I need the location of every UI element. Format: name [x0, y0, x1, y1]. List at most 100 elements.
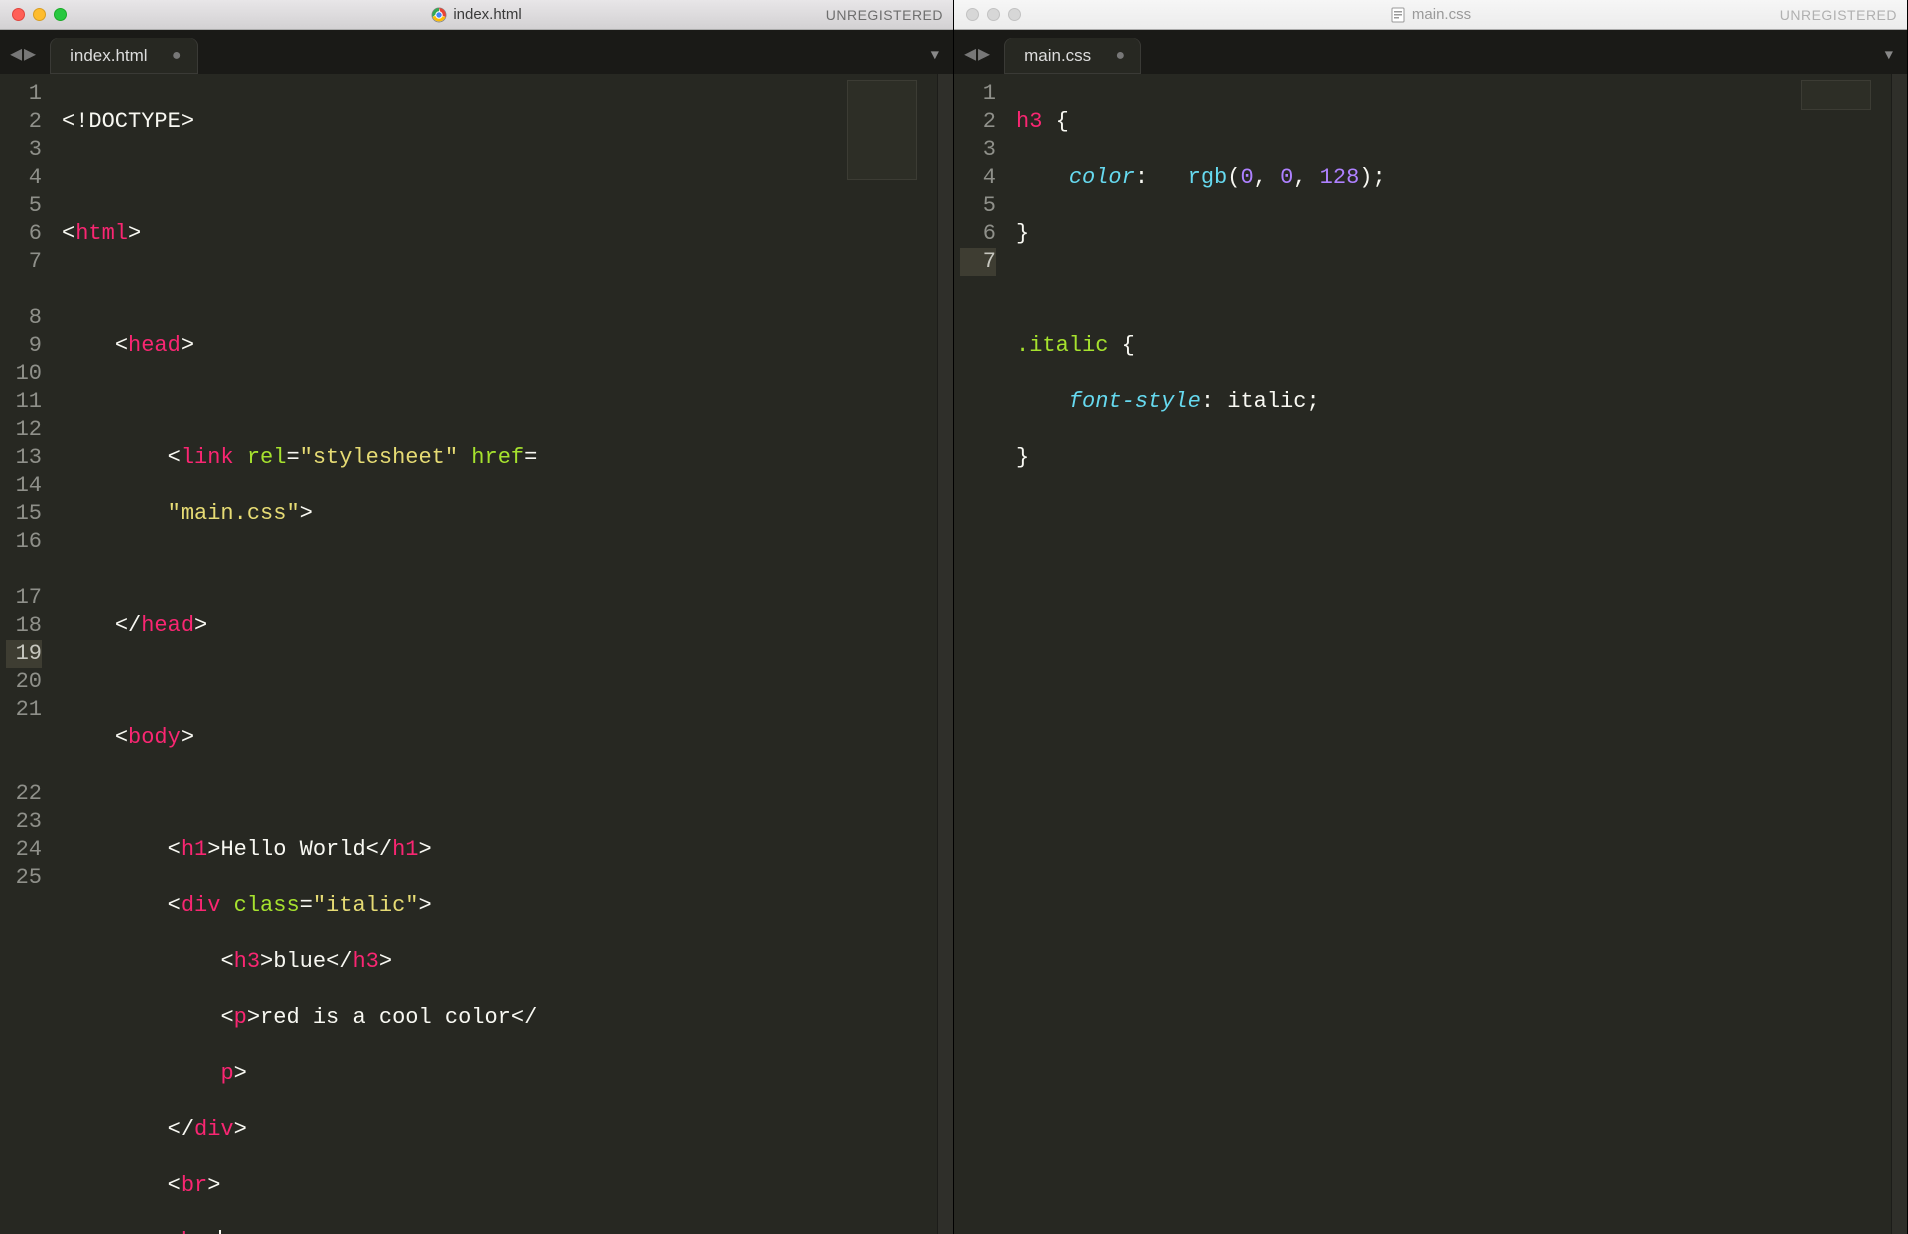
code-token: < [168, 445, 181, 470]
code-content[interactable]: h3 { color: rgb(0, 0, 128); } .italic { … [1008, 74, 1891, 1234]
code-token: color [1069, 165, 1135, 190]
nav-back-icon[interactable]: ◀ [964, 46, 976, 66]
line-number: 6 [6, 220, 42, 248]
tab-label: index.html [70, 46, 147, 65]
code-token: div [194, 1117, 234, 1142]
code-token: font-style [1069, 389, 1201, 414]
line-number: 3 [960, 136, 996, 164]
code-token: html [75, 221, 128, 246]
code-token: link [181, 445, 234, 470]
code-token: : [1135, 165, 1148, 190]
editor-area[interactable]: 1 2 3 4 5 6 7 8 9 10 11 12 13 14 15 16 1… [0, 74, 953, 1234]
code-token: h3 [352, 949, 378, 974]
code-token: > [418, 837, 431, 862]
code-token: < [115, 333, 128, 358]
titlebar[interactable]: main.css UNREGISTERED [954, 0, 1907, 30]
code-token: < [220, 949, 233, 974]
code-content[interactable]: <!DOCTYPE> <html> <head> <link rel="styl… [54, 74, 937, 1234]
code-token: h1 [181, 837, 207, 862]
line-number: 2 [6, 108, 42, 136]
line-number: 3 [6, 136, 42, 164]
window-title-text: main.css [1412, 6, 1471, 23]
minimize-window-button[interactable] [987, 8, 1000, 21]
code-token: </ [511, 1005, 537, 1030]
code-token: , [1254, 165, 1280, 190]
minimap[interactable] [1801, 80, 1871, 110]
line-number [6, 752, 42, 780]
tab-dirty-close-icon[interactable]: ● [1116, 47, 1126, 65]
code-token: = [300, 893, 313, 918]
nav-back-icon[interactable]: ◀ [10, 46, 22, 66]
tab-label: main.css [1024, 46, 1091, 65]
code-token [1042, 109, 1055, 134]
code-token: italic [1227, 389, 1306, 414]
code-token: ( [1227, 165, 1240, 190]
code-token: Hello World [220, 837, 365, 862]
line-number: 10 [6, 360, 42, 388]
code-token: > [207, 1173, 220, 1198]
code-token: > [260, 949, 273, 974]
close-window-button[interactable] [966, 8, 979, 21]
code-token: } [1016, 445, 1029, 470]
code-token: h3 [234, 949, 260, 974]
code-token: } [1016, 221, 1029, 246]
scrollbar[interactable] [937, 74, 953, 1234]
code-token: < [220, 1005, 233, 1030]
code-token: < [168, 837, 181, 862]
code-token: p [220, 1061, 233, 1086]
code-token: > [207, 837, 220, 862]
line-number [6, 724, 42, 752]
code-token [234, 445, 247, 470]
minimize-window-button[interactable] [33, 8, 46, 21]
code-token: > [234, 1061, 247, 1086]
code-token: < [115, 725, 128, 750]
code-token [1148, 165, 1188, 190]
line-number: 4 [960, 164, 996, 192]
registration-status: UNREGISTERED [1780, 7, 1907, 23]
code-token: > [379, 949, 392, 974]
code-token: div [181, 893, 221, 918]
code-token: href [471, 445, 524, 470]
nav-forward-icon[interactable]: ▶ [24, 46, 36, 66]
code-token: 128 [1320, 165, 1360, 190]
close-window-button[interactable] [12, 8, 25, 21]
code-token: < [168, 893, 181, 918]
nav-arrows: ◀ ▶ [964, 46, 1004, 74]
titlebar[interactable]: index.html UNREGISTERED [0, 0, 953, 30]
code-token: </ [326, 949, 352, 974]
line-number: 2 [960, 108, 996, 136]
minimap[interactable] [847, 80, 917, 180]
line-number: 23 [6, 808, 42, 836]
line-number: 15 [6, 500, 42, 528]
code-token: </ [366, 837, 392, 862]
tab-main-css[interactable]: main.css ● [1004, 38, 1141, 74]
code-token: < [168, 1229, 181, 1234]
nav-forward-icon[interactable]: ▶ [978, 46, 990, 66]
editor-window-left: index.html UNREGISTERED ◀ ▶ index.html ●… [0, 0, 954, 1234]
code-token: > [418, 893, 431, 918]
code-token: = [524, 445, 537, 470]
line-number: 12 [6, 416, 42, 444]
zoom-window-button[interactable] [54, 8, 67, 21]
code-token: > [234, 1117, 247, 1142]
tab-dirty-close-icon[interactable]: ● [172, 47, 182, 65]
scrollbar[interactable] [1891, 74, 1907, 1234]
tab-overflow-icon[interactable]: ▼ [931, 48, 943, 74]
code-token: ; [1306, 389, 1319, 414]
line-number: 16 [6, 528, 42, 556]
zoom-window-button[interactable] [1008, 8, 1021, 21]
code-token: head [141, 613, 194, 638]
line-number: 9 [6, 332, 42, 360]
code-token: > [247, 1005, 260, 1030]
code-token: > [181, 333, 194, 358]
editor-area[interactable]: 1 2 3 4 5 6 7 h3 { color: rgb(0, 0, 128)… [954, 74, 1907, 1234]
code-token: "main.css" [168, 501, 300, 526]
code-token [1108, 333, 1121, 358]
code-token: , [1293, 165, 1319, 190]
code-token: 0 [1240, 165, 1253, 190]
tab-index-html[interactable]: index.html ● [50, 38, 197, 74]
tab-overflow-icon[interactable]: ▼ [1885, 48, 1897, 74]
line-number [6, 556, 42, 584]
code-token: rgb [1188, 165, 1228, 190]
code-token: "stylesheet" [300, 445, 458, 470]
